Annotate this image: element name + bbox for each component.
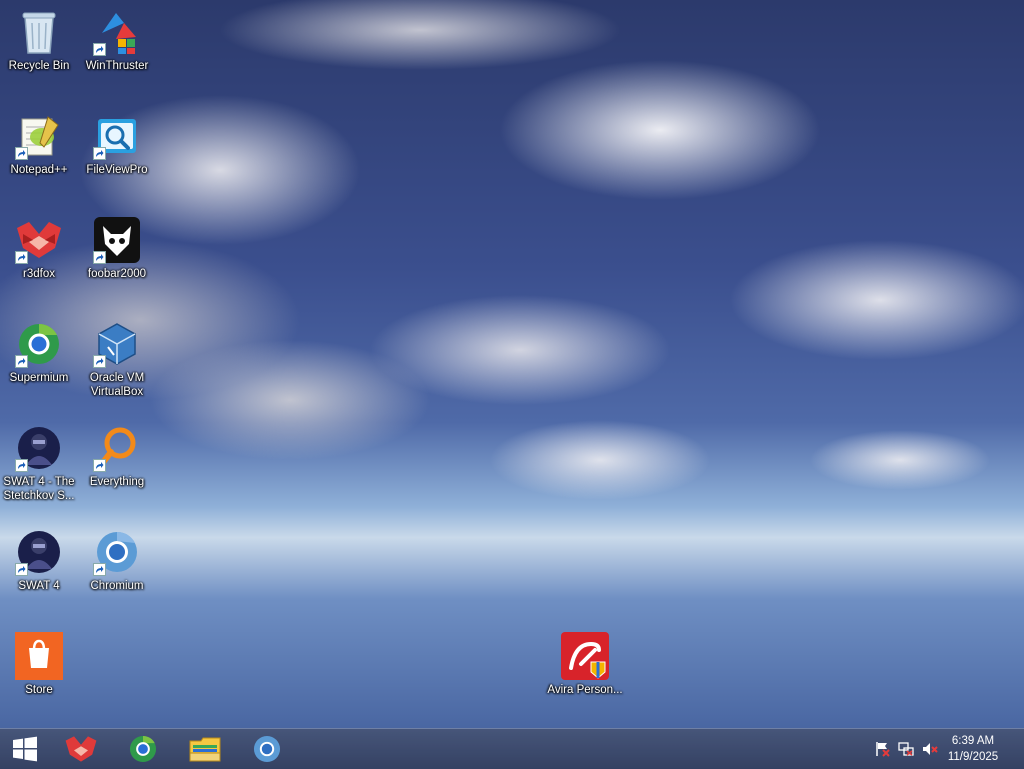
desktop-icon-foobar2000[interactable]: foobar2000 xyxy=(80,212,154,312)
action-center-flag-icon[interactable] xyxy=(874,741,890,757)
taskbar-supermium-button[interactable] xyxy=(118,729,168,769)
desktop-icon-label: SWAT 4 xyxy=(18,580,60,592)
shortcut-arrow-icon xyxy=(93,147,106,160)
shortcut-arrow-icon xyxy=(15,563,28,576)
start-button[interactable] xyxy=(0,729,50,769)
desktop-icon-recycle-bin[interactable]: Recycle Bin xyxy=(2,4,76,104)
shortcut-arrow-icon xyxy=(15,147,28,160)
desktop-icon-label: r3dfox xyxy=(23,268,55,280)
desktop-icon-chromium[interactable]: Chromium xyxy=(80,524,154,624)
volume-muted-icon[interactable] xyxy=(922,741,938,757)
shortcut-arrow-icon xyxy=(15,355,28,368)
swat4-icon xyxy=(15,528,63,576)
desktop-icon-store[interactable]: Store xyxy=(2,628,76,728)
shortcut-arrow-icon xyxy=(93,563,106,576)
store-icon xyxy=(15,632,63,680)
taskbar-r3dfox-button[interactable] xyxy=(56,729,106,769)
network-icon[interactable] xyxy=(898,741,914,757)
desktop-icon-label: Everything xyxy=(89,476,145,488)
desktop-icon-fileviewpro[interactable]: FileViewPro xyxy=(80,108,154,208)
desktop-icon-label: SWAT 4 - The Stetchkov S... xyxy=(3,476,75,502)
everything-search-icon xyxy=(93,424,141,472)
taskbar-chromium-button[interactable] xyxy=(242,729,292,769)
r3dfox-icon xyxy=(65,736,97,762)
winthruster-icon xyxy=(93,8,141,56)
desktop-icon-virtualbox[interactable]: Oracle VM VirtualBox xyxy=(80,316,154,416)
desktop-icon-label: Chromium xyxy=(90,580,144,592)
windows-start-icon xyxy=(13,736,37,762)
supermium-icon xyxy=(129,735,157,763)
desktop-icon-label: foobar2000 xyxy=(87,268,147,280)
desktop-icon-swat4-stetchkov[interactable]: SWAT 4 - The Stetchkov S... xyxy=(2,420,76,520)
desktop-icon-label: WinThruster xyxy=(85,60,149,72)
clock-date: 11/9/2025 xyxy=(947,751,999,763)
taskbar: 6:39 AM 11/9/2025 xyxy=(0,728,1024,769)
desktop-icon-everything[interactable]: Everything xyxy=(80,420,154,520)
shortcut-arrow-icon xyxy=(93,43,106,56)
avira-icon xyxy=(561,632,609,680)
r3dfox-icon xyxy=(15,216,63,264)
shortcut-arrow-icon xyxy=(15,459,28,472)
desktop-icon-r3dfox[interactable]: r3dfox xyxy=(2,212,76,312)
desktop-icon-label: Avira Person... xyxy=(547,684,623,696)
recycle-bin-icon xyxy=(15,8,63,56)
shortcut-arrow-icon xyxy=(15,251,28,264)
desktop-icon-swat4[interactable]: SWAT 4 xyxy=(2,524,76,624)
chromium-icon xyxy=(93,528,141,576)
desktop-icon-label: Notepad++ xyxy=(10,164,68,176)
notepad-plus-plus-icon xyxy=(15,112,63,160)
supermium-icon xyxy=(15,320,63,368)
desktop-icon-label: Store xyxy=(25,684,53,696)
swat4-stetchkov-icon xyxy=(15,424,63,472)
desktop-icon-label: Supermium xyxy=(9,372,69,384)
file-explorer-icon xyxy=(189,737,221,762)
desktop-icon-supermium[interactable]: Supermium xyxy=(2,316,76,416)
taskbar-clock[interactable]: 6:39 AM 11/9/2025 xyxy=(938,733,1008,765)
foobar2000-icon xyxy=(93,216,141,264)
desktop-icon-avira[interactable]: Avira Person... xyxy=(547,628,623,728)
desktop-icon-label: Recycle Bin xyxy=(8,60,70,72)
fileviewpro-icon xyxy=(93,112,141,160)
desktop-icon-winthruster[interactable]: WinThruster xyxy=(80,4,154,104)
shortcut-arrow-icon xyxy=(93,251,106,264)
chromium-icon xyxy=(253,735,281,763)
clock-time: 6:39 AM xyxy=(951,735,995,747)
shortcut-arrow-icon xyxy=(93,459,106,472)
desktop-icon-label: Oracle VM VirtualBox xyxy=(89,372,145,398)
taskbar-file-explorer-button[interactable] xyxy=(180,729,230,769)
desktop-icon-label: FileViewPro xyxy=(86,164,148,176)
shortcut-arrow-icon xyxy=(93,355,106,368)
virtualbox-icon xyxy=(93,320,141,368)
desktop-icon-notepad-plus-plus[interactable]: Notepad++ xyxy=(2,108,76,208)
